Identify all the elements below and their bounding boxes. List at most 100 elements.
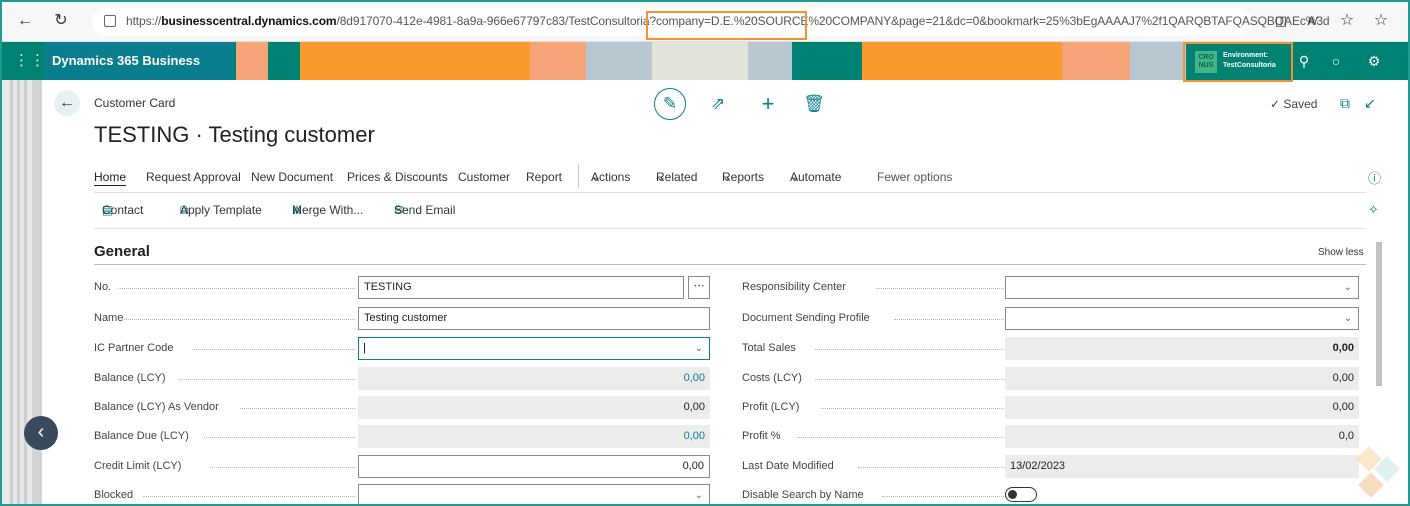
header-band (236, 42, 268, 80)
saved-label: Saved (1283, 97, 1318, 111)
nav-separator (578, 164, 579, 188)
apply-template-label: Apply Template (180, 203, 262, 217)
favorites-list-icon[interactable]: ☆ (1370, 10, 1392, 32)
field-label: Profit % (742, 430, 781, 442)
field-value-text: 0,00 (682, 460, 704, 472)
chevron-down-icon[interactable]: ⌄ (1344, 277, 1352, 298)
field-value: 0,00 (1005, 367, 1359, 390)
new-icon[interactable]: + (754, 90, 782, 118)
split-screen-icon[interactable]: ◫ (1270, 10, 1292, 32)
header-band (300, 42, 530, 80)
breadcrumb: Customer Card (94, 96, 176, 110)
field-value: 0,00 (358, 367, 710, 390)
field-value-text: 0,00 (683, 401, 705, 413)
info-icon[interactable]: ⓘ (1368, 168, 1381, 187)
saved-status: ✓ Saved (1270, 97, 1318, 111)
field-leader (209, 467, 355, 468)
tab-prices-discounts[interactable]: Prices & Discounts (347, 170, 448, 184)
field-leader (191, 349, 355, 350)
contact-label: Contact (102, 203, 144, 217)
field-leader (882, 496, 1006, 497)
field-value-text: TESTING (364, 281, 412, 293)
bell-icon[interactable]: ○ (1326, 51, 1346, 71)
favorite-icon[interactable]: ☆ (1336, 10, 1358, 32)
field-leader (821, 408, 1006, 409)
fewer-options[interactable]: Fewer options (877, 170, 952, 184)
menu-automate[interactable]: Automate ⌄ (790, 170, 841, 184)
field-value-text: 0,00 (1332, 401, 1354, 413)
field-value: 0,00 (1005, 396, 1359, 419)
field-value[interactable]: ⌄ | (358, 337, 710, 360)
text-cursor: | (363, 342, 366, 354)
menu-reports-label: Reports (722, 170, 765, 184)
app-title[interactable]: Dynamics 365 Business Central (44, 42, 234, 106)
field-leader (815, 379, 1006, 380)
app-launcher-icon[interactable]: ⋮⋮⋮ (14, 52, 61, 70)
menu-related[interactable]: Related ⌄ (656, 170, 697, 184)
field-value: 0,0 (1005, 425, 1359, 448)
delete-icon[interactable]: 🗑 (800, 90, 828, 118)
tab-home[interactable]: Home (94, 170, 126, 184)
share-icon[interactable]: ⇗ (704, 90, 732, 118)
section-divider (94, 264, 1366, 265)
section-title[interactable]: General (94, 243, 150, 260)
menu-actions-label: Actions (591, 170, 631, 184)
field-leader (876, 288, 1006, 289)
field-label: Balance (LCY) (94, 372, 166, 384)
collapse-icon[interactable]: ↙ (1364, 95, 1376, 112)
field-leader (815, 349, 1006, 350)
field-label: Name (94, 312, 124, 324)
chevron-down-icon[interactable]: ⌄ (695, 485, 703, 504)
field-value-text: Testing customer (364, 312, 448, 324)
gear-icon[interactable]: ⚙ (1364, 51, 1384, 71)
field-value[interactable]: ⌄ (358, 484, 710, 504)
tab-customer[interactable]: Customer (458, 170, 510, 184)
toolbar-divider (94, 228, 1366, 229)
chevron-down-icon[interactable]: ⌄ (1344, 308, 1352, 329)
field-label: Responsibility Center (742, 281, 846, 293)
field-value-text: 0,00 (1332, 372, 1354, 384)
field-value[interactable]: ⌄ (1005, 276, 1359, 299)
edit-icon[interactable]: ✎ (654, 88, 686, 120)
chevron-down-icon[interactable]: ⌄ (695, 338, 703, 359)
field-value[interactable]: 0,00 (358, 455, 710, 478)
tab-request-approval[interactable]: Request Approval (146, 170, 241, 184)
field-leader (796, 437, 1006, 438)
browser-toolbar: ← ↻ https://businesscentral.dynamics.com… (2, 2, 1408, 42)
page-title: TESTING · Testing customer (94, 122, 375, 147)
refresh-icon[interactable]: ↻ (50, 10, 72, 32)
show-less-link[interactable]: Show less (1318, 247, 1364, 258)
back-arrow-icon[interactable]: ← (14, 10, 36, 32)
assist-edit-button[interactable]: ⋯ (688, 276, 710, 299)
read-aloud-icon[interactable]: A⁽ (1302, 10, 1324, 32)
field-label: Profit (LCY) (742, 401, 800, 413)
header-band (1130, 42, 1186, 80)
personalize-icon[interactable]: ✧ (1368, 202, 1379, 218)
search-icon[interactable]: ⚲ (1294, 51, 1314, 71)
field-leader (124, 319, 355, 320)
field-value-text: 0,0 (1338, 430, 1354, 442)
field-value-text: 0,00 (1332, 342, 1354, 354)
open-new-window-icon[interactable]: ⧉ (1340, 95, 1350, 112)
field-label: Credit Limit (LCY) (94, 460, 182, 472)
field-leader (142, 496, 355, 497)
disable-search-toggle[interactable] (1005, 487, 1037, 502)
nav-pane-button[interactable]: ‹ (24, 416, 58, 450)
field-value[interactable]: ⌄ (1005, 307, 1359, 330)
field-leader (118, 288, 355, 289)
field-label: Balance Due (LCY) (94, 430, 189, 442)
tab-report[interactable]: Report (526, 170, 562, 184)
header-band (748, 42, 792, 80)
field-label: Blocked (94, 489, 134, 501)
menu-reports[interactable]: Reports ⌄ (722, 170, 764, 184)
menu-actions[interactable]: Actions ⌄ (591, 170, 630, 184)
tab-new-document[interactable]: New Document (251, 170, 333, 184)
field-value[interactable]: Testing customer (358, 307, 710, 330)
back-button[interactable]: ← (54, 90, 80, 116)
field-value-text: 0,00 (683, 372, 705, 384)
scrollbar-thumb[interactable] (1376, 242, 1382, 386)
field-value: 13/02/2023 (1005, 455, 1359, 478)
field-label: Last Date Modified (742, 460, 834, 472)
field-value: 0,00 (358, 396, 710, 419)
field-value[interactable]: TESTING (358, 276, 684, 299)
